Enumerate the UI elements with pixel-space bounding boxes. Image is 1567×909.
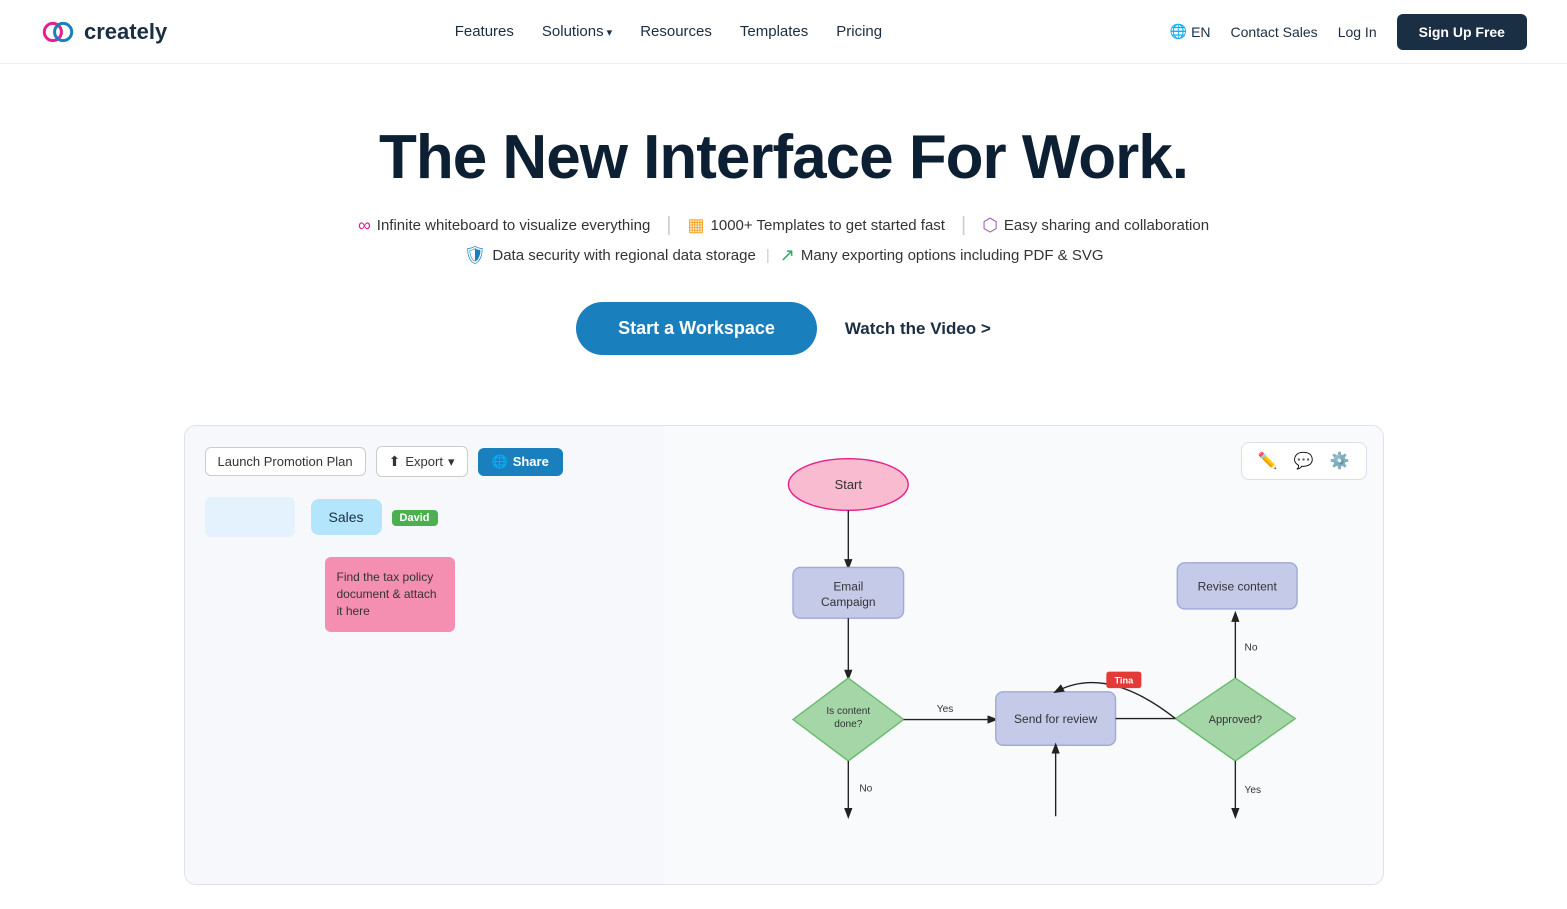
templates-icon: ▦ — [688, 215, 705, 236]
globe-small-icon: 🌐 — [492, 454, 508, 470]
demo-area: Launch Promotion Plan ⬆ Export ▾ 🌐 Share… — [184, 425, 1384, 885]
kanban-task-card: Sales David — [311, 497, 438, 537]
feature-export-text: Many exporting options including PDF & S… — [801, 247, 1104, 264]
hero-features-row2: 🛡 Data security with regional data stora… — [20, 245, 1547, 266]
logo-text: creately — [84, 19, 167, 45]
svg-text:Campaign: Campaign — [821, 595, 876, 609]
nav-links: Features Solutions Resources Templates P… — [455, 23, 882, 40]
edit-icon-button[interactable]: ✏️ — [1254, 449, 1282, 473]
hero-section: The New Interface For Work. ∞ Infinite w… — [0, 64, 1567, 395]
feature-whiteboard: ∞ Infinite whiteboard to visualize every… — [342, 215, 666, 236]
navbar: creately Features Solutions Resources Te… — [0, 0, 1567, 64]
svg-text:Yes: Yes — [937, 704, 954, 715]
logo-icon — [40, 20, 76, 44]
shield-icon: 🛡 — [464, 245, 487, 266]
share-icon: ⬡ — [982, 215, 998, 236]
nav-pricing[interactable]: Pricing — [836, 23, 882, 40]
svg-text:Approved?: Approved? — [1208, 714, 1261, 726]
demo-toolbar: Launch Promotion Plan ⬆ Export ▾ 🌐 Share — [205, 446, 667, 477]
svg-text:Yes: Yes — [1244, 785, 1261, 796]
svg-text:No: No — [859, 784, 872, 795]
sales-label: Sales — [329, 509, 364, 525]
feature-export: ↗ Many exporting options including PDF &… — [780, 245, 1104, 266]
feature-whiteboard-text: Infinite whiteboard to visualize everyth… — [377, 217, 651, 234]
doc-title: Launch Promotion Plan — [205, 447, 366, 476]
sticky-note-text: Find the tax policy document & attach it… — [337, 570, 437, 618]
comment-icon-button[interactable]: 💬 — [1290, 449, 1318, 473]
signup-button[interactable]: Sign Up Free — [1397, 14, 1527, 50]
david-tag: David — [392, 508, 438, 526]
demo-left-panel: Launch Promotion Plan ⬆ Export ▾ 🌐 Share… — [185, 426, 688, 884]
feature-collab: ⬡ Easy sharing and collaboration — [966, 215, 1225, 236]
kanban-area: Sales David — [205, 497, 667, 537]
sep3: | — [766, 247, 770, 264]
infinite-icon: ∞ — [358, 215, 371, 236]
demo-right-panel: ✏️ 💬 ⚙️ Start Email Campaign Is content … — [664, 426, 1383, 884]
flowchart-toolbar: ✏️ 💬 ⚙️ — [1241, 442, 1367, 480]
nav-resources[interactable]: Resources — [640, 23, 712, 40]
svg-text:Is content: Is content — [826, 706, 870, 717]
language-selector[interactable]: 🌐 EN — [1170, 23, 1211, 40]
svg-text:done?: done? — [834, 719, 863, 730]
feature-templates: ▦ 1000+ Templates to get started fast — [672, 215, 961, 236]
share-label: Share — [513, 454, 549, 469]
svg-text:Send for review: Send for review — [1014, 712, 1098, 726]
svg-text:Tina: Tina — [1114, 676, 1134, 686]
feature-security-text: Data security with regional data storage — [492, 247, 755, 264]
cta-row: Start a Workspace Watch the Video > — [20, 302, 1547, 355]
svg-text:Start: Start — [834, 477, 862, 492]
svg-text:Email: Email — [833, 580, 863, 594]
hero-features-row1: ∞ Infinite whiteboard to visualize every… — [20, 214, 1547, 237]
share-button[interactable]: 🌐 Share — [478, 448, 563, 476]
nav-features[interactable]: Features — [455, 23, 514, 40]
feature-templates-text: 1000+ Templates to get started fast — [711, 217, 945, 234]
logo-link[interactable]: creately — [40, 19, 167, 45]
svg-text:Revise content: Revise content — [1197, 580, 1277, 594]
sticky-note: Find the tax policy document & attach it… — [325, 557, 455, 631]
feature-collab-text: Easy sharing and collaboration — [1004, 217, 1209, 234]
watch-video-link[interactable]: Watch the Video > — [845, 319, 991, 339]
nav-solutions[interactable]: Solutions — [542, 23, 612, 40]
export-label: Export — [405, 454, 443, 469]
nav-right: 🌐 EN Contact Sales Log In Sign Up Free — [1170, 14, 1527, 50]
export-button[interactable]: ⬆ Export ▾ — [376, 446, 468, 477]
hero-headline: The New Interface For Work. — [20, 124, 1547, 192]
svg-text:No: No — [1244, 643, 1257, 654]
nav-templates[interactable]: Templates — [740, 23, 808, 40]
language-label: EN — [1191, 24, 1210, 40]
export-arrow-icon: ⬆ — [389, 453, 401, 470]
globe-icon: 🌐 — [1170, 23, 1187, 40]
kanban-col-placeholder — [205, 497, 295, 537]
export-icon: ↗ — [780, 245, 795, 266]
feature-security: 🛡 Data security with regional data stora… — [464, 245, 756, 266]
contact-sales-link[interactable]: Contact Sales — [1231, 24, 1318, 40]
export-chevron-icon: ▾ — [448, 454, 455, 470]
start-workspace-button[interactable]: Start a Workspace — [576, 302, 817, 355]
login-link[interactable]: Log In — [1338, 24, 1377, 40]
flowchart-svg: Start Email Campaign Is content done? Ye… — [664, 426, 1383, 884]
settings-icon-button[interactable]: ⚙️ — [1326, 449, 1354, 473]
